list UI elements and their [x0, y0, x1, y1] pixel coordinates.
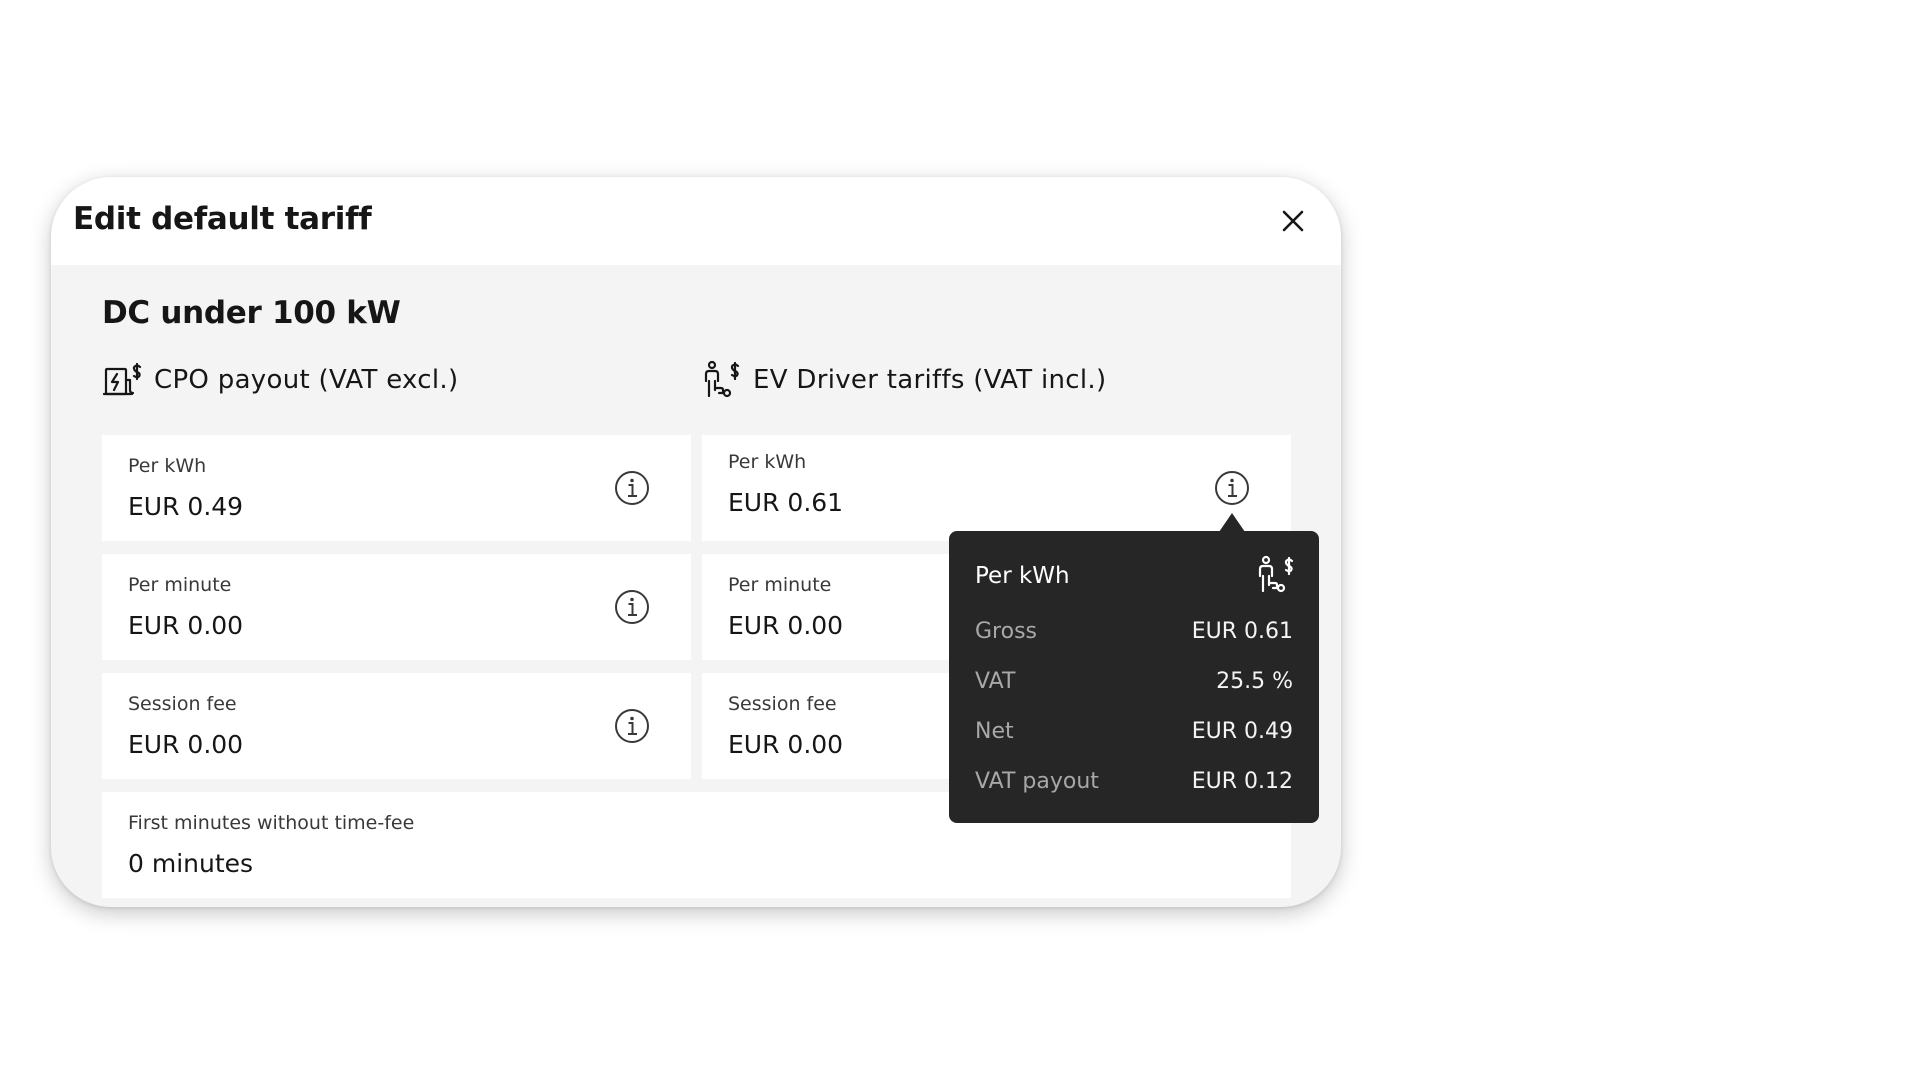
field-value: EUR 0.00	[128, 611, 244, 640]
field-value: 0 minutes	[128, 849, 254, 878]
field-label: Per minute	[128, 574, 232, 596]
tooltip-row-vat: VAT 25.5 %	[975, 669, 1293, 699]
cpo-per-minute-field[interactable]: Per minute EUR 0.00	[102, 554, 691, 660]
info-button[interactable]	[614, 589, 650, 625]
field-value: EUR 0.00	[728, 611, 844, 640]
field-value: EUR 0.00	[128, 730, 244, 759]
field-label: Per kWh	[728, 451, 807, 473]
tooltip-row-vat-payout: VAT payout EUR 0.12	[975, 769, 1293, 799]
field-label: Per kWh	[128, 455, 207, 477]
tooltip-row-key: Gross	[975, 619, 1037, 644]
tooltip-row-key: VAT	[975, 669, 1016, 694]
charger-payout-icon	[102, 362, 142, 396]
tooltip-row-gross: Gross EUR 0.61	[975, 619, 1293, 649]
field-value: EUR 0.49	[128, 492, 244, 521]
driver-per-kwh-field[interactable]: Per kWh EUR 0.61	[702, 435, 1291, 541]
tooltip-row-key: Net	[975, 719, 1014, 744]
tooltip-row-net: Net EUR 0.49	[975, 719, 1293, 749]
driver-column-title: EV Driver tariffs (VAT incl.)	[753, 365, 1107, 395]
info-icon	[1215, 471, 1249, 505]
info-icon	[615, 471, 649, 505]
field-label: Session fee	[128, 693, 237, 715]
cpo-column-title: CPO payout (VAT excl.)	[154, 365, 459, 395]
info-button[interactable]	[1214, 470, 1250, 506]
tooltip-title: Per kWh	[975, 563, 1070, 589]
info-icon	[615, 709, 649, 743]
driver-tariff-icon	[1258, 555, 1294, 593]
modal-title: Edit default tariff	[73, 201, 372, 237]
close-icon	[1282, 210, 1304, 232]
info-button[interactable]	[614, 708, 650, 744]
driver-column-header: EV Driver tariffs (VAT incl.)	[701, 360, 1106, 400]
info-icon	[615, 590, 649, 624]
per-kwh-tooltip: Per kWh Gross EUR 0.61 VAT 25.5 % Net EU…	[949, 531, 1319, 823]
driver-tariff-icon	[704, 360, 740, 398]
tooltip-caret	[1219, 513, 1245, 532]
tooltip-row-value: EUR 0.61	[1191, 619, 1293, 644]
field-value: EUR 0.61	[728, 488, 844, 517]
tooltip-row-value: EUR 0.12	[1191, 769, 1293, 794]
close-button[interactable]	[1277, 205, 1309, 237]
modal-header: Edit default tariff	[51, 177, 1341, 265]
cpo-per-kwh-field[interactable]: Per kWh EUR 0.49	[102, 435, 691, 541]
field-value: EUR 0.00	[728, 730, 844, 759]
section-title: DC under 100 kW	[102, 295, 401, 331]
tooltip-row-key: VAT payout	[975, 769, 1099, 794]
field-label: Session fee	[728, 693, 837, 715]
cpo-column-header: CPO payout (VAT excl.)	[102, 360, 458, 400]
tooltip-row-value: EUR 0.49	[1191, 719, 1293, 744]
field-label: First minutes without time-fee	[128, 812, 415, 834]
cpo-session-fee-field[interactable]: Session fee EUR 0.00	[102, 673, 691, 779]
tooltip-row-value: 25.5 %	[1216, 669, 1293, 694]
field-label: Per minute	[728, 574, 832, 596]
info-button[interactable]	[614, 470, 650, 506]
